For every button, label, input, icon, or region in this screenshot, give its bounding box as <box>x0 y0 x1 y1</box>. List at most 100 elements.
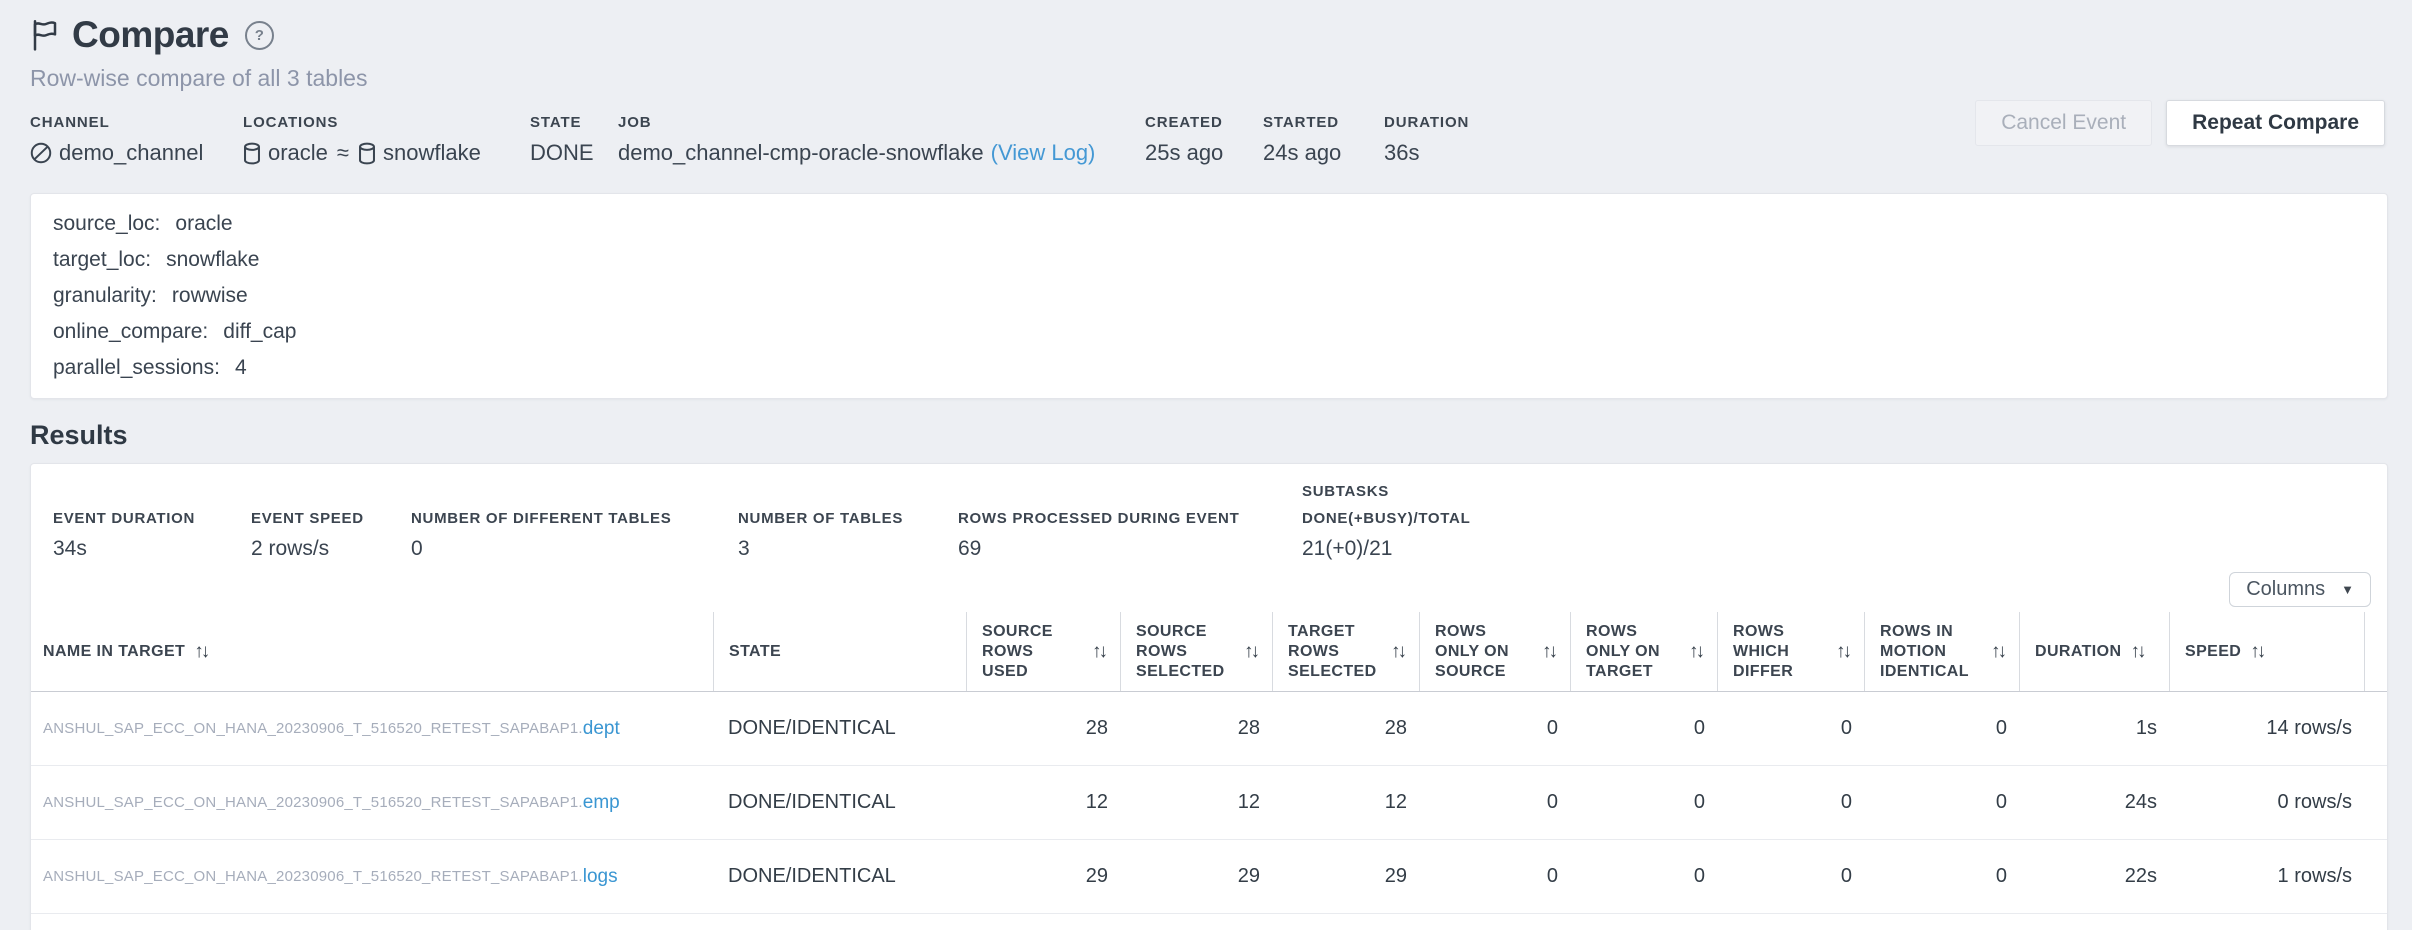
target-rows-selected-cell: 29 <box>1272 840 1419 913</box>
stat-number-of-tables: NUMBER OF TABLES 3 <box>738 505 958 564</box>
column-header-target-rows-selected[interactable]: TARGETROWSSELECTED ↑↓ <box>1272 612 1419 691</box>
created-value: 25s ago <box>1145 139 1263 167</box>
rows-only-on-target-cell: 0 <box>1570 840 1717 913</box>
config-line: target_loc:snowflake <box>53 242 2365 278</box>
name-in-target-cell: ANSHUL_SAP_ECC_ON_HANA_20230906_T_516520… <box>31 766 713 839</box>
column-label: ROWSONLY ONTARGET <box>1586 622 1660 682</box>
source-rows-selected-cell: 29 <box>1120 840 1272 913</box>
rows-only-on-source-cell: 0 <box>1419 840 1570 913</box>
column-header-rows-only-on-target[interactable]: ROWSONLY ONTARGET ↑↓ <box>1570 612 1717 691</box>
meta-channel: CHANNEL demo_channel <box>30 114 243 167</box>
column-header-source-rows-used[interactable]: SOURCEROWSUSED ↑↓ <box>966 612 1120 691</box>
help-icon[interactable]: ? <box>245 21 274 50</box>
stat-different-tables: NUMBER OF DIFFERENT TABLES 0 <box>411 505 738 564</box>
sort-icon[interactable]: ↑↓ <box>1836 642 1852 662</box>
sort-icon[interactable]: ↑↓ <box>1244 642 1260 662</box>
sort-icon[interactable]: ↑↓ <box>1092 642 1108 662</box>
source-rows-selected-cell: 12 <box>1120 766 1272 839</box>
stat-event-speed: EVENT SPEED 2 rows/s <box>251 505 411 564</box>
meta-locations: LOCATIONS oracle ≈ <box>243 114 530 167</box>
created-label: CREATED <box>1145 114 1263 132</box>
column-header-source-rows-selected[interactable]: SOURCEROWSSELECTED ↑↓ <box>1120 612 1272 691</box>
column-label: ROWSONLY ONSOURCE <box>1435 622 1509 682</box>
column-header-name-in-target[interactable]: NAME IN TARGET ↑↓ <box>31 612 713 691</box>
column-label: STATE <box>729 642 781 662</box>
stat-label: EVENT DURATION <box>53 505 251 532</box>
sort-icon[interactable]: ↑↓ <box>194 642 210 662</box>
source-rows-used-cell: 12 <box>966 766 1120 839</box>
config-key: target_loc: <box>53 248 151 271</box>
job-value: demo_channel-cmp-oracle-snowflake <box>618 139 984 167</box>
table-name-prefix: ANSHUL_SAP_ECC_ON_HANA_20230906_T_516520… <box>43 720 583 737</box>
duration-cell: 24s <box>2019 766 2169 839</box>
config-value: rowwise <box>172 284 248 307</box>
config-value: diff_cap <box>223 320 296 343</box>
location-target: snowflake <box>383 139 481 167</box>
table-name-prefix: ANSHUL_SAP_ECC_ON_HANA_20230906_T_516520… <box>43 794 583 811</box>
target-rows-selected-cell: 28 <box>1272 692 1419 765</box>
started-label: STARTED <box>1263 114 1384 132</box>
page-subtitle: Row-wise compare of all 3 tables <box>30 64 2388 92</box>
state-value: DONE <box>530 139 618 167</box>
sort-icon[interactable]: ↑↓ <box>1391 642 1407 662</box>
table-name-link[interactable]: dept <box>583 718 620 740</box>
config-key: online_compare: <box>53 320 208 343</box>
column-header-rows-only-on-source[interactable]: ROWSONLY ONSOURCE ↑↓ <box>1419 612 1570 691</box>
stat-value: 3 <box>738 533 958 564</box>
table-row: ANSHUL_SAP_ECC_ON_HANA_20230906_T_516520… <box>31 766 2387 840</box>
cancel-event-button[interactable]: Cancel Event <box>1975 100 2152 146</box>
stat-value: 69 <box>958 533 1302 564</box>
config-value: 4 <box>235 356 247 379</box>
channel-value: demo_channel <box>59 139 203 167</box>
rows-only-on-target-cell: 0 <box>1570 692 1717 765</box>
column-label: SOURCEROWSUSED <box>982 622 1053 682</box>
column-label: DURATION <box>2035 642 2121 662</box>
repeat-compare-button[interactable]: Repeat Compare <box>2166 100 2385 146</box>
stats-row: EVENT DURATION 34s EVENT SPEED 2 rows/s … <box>31 464 2387 564</box>
table-name-link[interactable]: logs <box>583 866 618 888</box>
config-card: source_loc:oracle target_loc:snowflake g… <box>30 193 2388 399</box>
stat-rows-processed: ROWS PROCESSED DURING EVENT 69 <box>958 505 1302 564</box>
meta-state: STATE DONE <box>530 114 618 167</box>
sort-icon[interactable]: ↑↓ <box>1991 642 2007 662</box>
speed-cell: 14 rows/s <box>2169 692 2364 765</box>
meta-created: CREATED 25s ago <box>1145 114 1263 167</box>
location-source: oracle <box>268 139 328 167</box>
sort-icon[interactable]: ↑↓ <box>2250 642 2266 662</box>
rows-only-on-source-cell: 0 <box>1419 766 1570 839</box>
sort-icon[interactable]: ↑↓ <box>1542 642 1558 662</box>
target-rows-selected-cell: 12 <box>1272 766 1419 839</box>
view-log-link[interactable]: (View Log) <box>991 139 1096 167</box>
rows-which-differ-cell: 0 <box>1717 840 1864 913</box>
started-value: 24s ago <box>1263 139 1384 167</box>
columns-button-label: Columns <box>2246 578 2325 601</box>
sort-icon[interactable]: ↑↓ <box>1689 642 1705 662</box>
channel-label: CHANNEL <box>30 114 243 132</box>
config-key: granularity: <box>53 284 157 307</box>
state-cell: DONE/IDENTICAL <box>713 692 966 765</box>
speed-cell: 1 rows/s <box>2169 840 2364 913</box>
sort-icon[interactable]: ↑↓ <box>2130 642 2146 662</box>
column-header-rows-which-differ[interactable]: ROWSWHICHDIFFER ↑↓ <box>1717 612 1864 691</box>
stat-value: 21(+0)/21 <box>1302 533 1470 564</box>
meta-duration: DURATION 36s <box>1384 114 1469 167</box>
config-value: oracle <box>175 212 232 235</box>
rows-only-on-source-cell: 0 <box>1419 692 1570 765</box>
column-header-duration[interactable]: DURATION ↑↓ <box>2019 612 2169 691</box>
rows-in-motion-identical-cell: 0 <box>1864 766 2019 839</box>
column-header-speed[interactable]: SPEED ↑↓ <box>2169 612 2364 691</box>
flag-icon <box>30 18 60 52</box>
column-header-rows-in-motion-identical[interactable]: ROWS INMOTIONIDENTICAL ↑↓ <box>1864 612 2019 691</box>
stat-value: 0 <box>411 533 738 564</box>
header-gutter <box>2364 612 2388 691</box>
columns-dropdown-button[interactable]: Columns ▼ <box>2229 572 2371 607</box>
duration-label: DURATION <box>1384 114 1469 132</box>
stat-event-duration: EVENT DURATION 34s <box>53 505 251 564</box>
stat-label-line2: DONE(+BUSY)/TOTAL <box>1302 505 1470 532</box>
compare-page: Compare ? Row-wise compare of all 3 tabl… <box>0 0 2412 930</box>
results-table: NAME IN TARGET ↑↓ STATE SOURCEROWSUSED ↑… <box>31 612 2387 914</box>
table-name-link[interactable]: emp <box>583 792 620 814</box>
config-line: parallel_sessions:4 <box>53 350 2365 386</box>
row-gutter <box>2364 766 2388 839</box>
stat-label: NUMBER OF DIFFERENT TABLES <box>411 505 738 532</box>
